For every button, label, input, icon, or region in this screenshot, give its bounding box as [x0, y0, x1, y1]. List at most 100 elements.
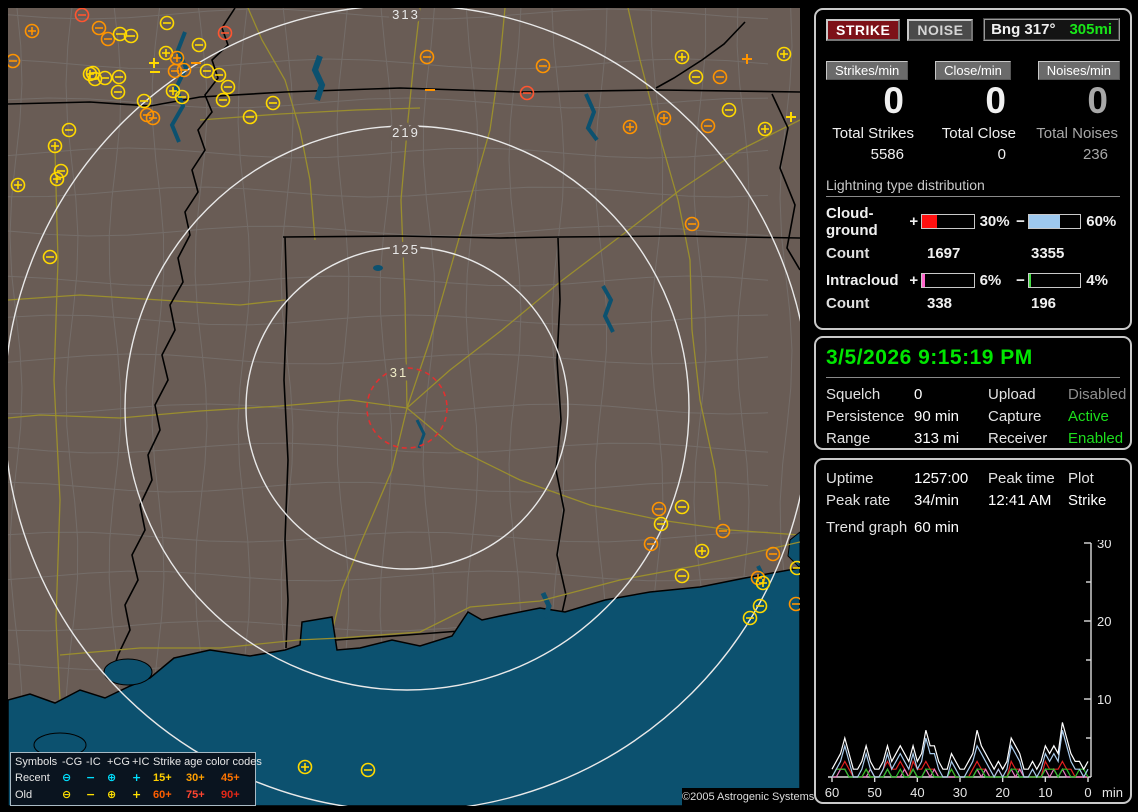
minus-icon: − [86, 789, 107, 801]
bearing-label: Bng 317° [991, 21, 1055, 38]
receiver-status: Enabled [1068, 430, 1126, 447]
chart-axes [828, 543, 1091, 782]
squelch-value: 0 [914, 386, 988, 403]
uptime-stats-grid: Uptime 1257:00 Peak time Plot Peak rate … [826, 470, 1120, 509]
trend-graph-label: Trend graph [826, 519, 914, 536]
cg-negative-count: 3355 [1031, 245, 1064, 262]
total-close-value: 0 [928, 146, 1018, 163]
plus-icon: + [132, 789, 153, 801]
uptime-value: 1257:00 [914, 470, 988, 487]
age-code: 60+ [153, 789, 186, 801]
close-per-min-button[interactable]: Close/min [935, 61, 1011, 80]
trend-graph-chart: 1020306050403020100min [820, 540, 1130, 804]
strikes-per-min-button[interactable]: Strikes/min [826, 61, 908, 80]
legend-header-pos-cg: +CG [107, 756, 132, 768]
x-tick-label: 20 [995, 785, 1009, 800]
squelch-label: Squelch [826, 386, 914, 403]
y-tick-label: 20 [1097, 614, 1111, 629]
peak-time-value: 12:41 AM [988, 492, 1068, 509]
trend-panel: Uptime 1257:00 Peak time Plot Peak rate … [814, 458, 1132, 804]
bearing-display: Bng 317° 305mi [983, 18, 1120, 41]
trend-graph-value: 60 min [914, 519, 1120, 536]
status-panel: 3/5/2026 9:15:19 PM Squelch 0 Upload Dis… [814, 336, 1132, 450]
peak-rate-label: Peak rate [826, 492, 914, 509]
app-window: 313 219 125 31 Symbols -CG -IC +CG +IC Stri… [0, 0, 1138, 812]
close-counter-column: Close/min 0 Total Close 0 [928, 61, 1018, 163]
ic-negative-bar [1028, 273, 1082, 288]
cloud-ground-label: Cloud-ground [826, 205, 907, 239]
cg-positive-count: 1697 [927, 245, 1031, 262]
count-label: Count [826, 245, 927, 262]
plus-icon: + [132, 772, 153, 784]
capture-label: Capture [988, 408, 1068, 425]
plus-sign: + [909, 213, 919, 230]
ic-negative-count: 196 [1031, 295, 1056, 312]
y-tick-label: 30 [1097, 540, 1111, 551]
legend-header-pos-ic: +IC [132, 756, 153, 768]
legend-row-label: Old [15, 789, 62, 801]
persistence-value: 90 min [914, 408, 988, 425]
map-legend: Symbols -CG -IC +CG +IC Strike age color… [10, 752, 256, 806]
range-ring-label: 313 [392, 8, 420, 22]
intracloud-count-row: Count 338 196 [826, 295, 1120, 312]
datetime-display: 3/5/2026 9:15:19 PM [826, 346, 1120, 378]
x-tick-label: 50 [867, 785, 881, 800]
age-code: 45+ [221, 772, 254, 784]
circle-plus-icon: ⊕ [107, 772, 132, 784]
total-strikes-value: 5586 [826, 146, 916, 163]
range-ring-label: 219 [392, 125, 420, 140]
intracloud-row: Intracloud + 6% − 4% [826, 272, 1120, 289]
rate-counters: Strikes/min 0 Total Strikes 5586 Close/m… [826, 61, 1120, 163]
lightning-map[interactable]: 313 219 125 31 [8, 8, 800, 806]
copyright-notice: ©2005 Astrogenic Systems [682, 788, 805, 806]
noise-button[interactable]: NOISE [907, 19, 973, 41]
strikes-per-min-value: 0 [826, 80, 916, 123]
trend-graph-setting: Trend graph 60 min [826, 519, 1120, 536]
age-code: 75+ [186, 789, 221, 801]
close-per-min-value: 0 [928, 80, 1018, 123]
upload-status: Disabled [1068, 386, 1126, 403]
range-ring-label: 31 [390, 365, 408, 380]
cloud-ground-count-row: Count 1697 3355 [826, 245, 1120, 262]
legend-header-symbols: Symbols [15, 756, 62, 768]
minus-sign: − [1015, 272, 1025, 289]
receiver-label: Receiver [988, 430, 1068, 447]
ic-positive-pct: 6% [977, 272, 1014, 289]
ic-negative-pct: 4% [1083, 272, 1120, 289]
noises-per-min-button[interactable]: Noises/min [1038, 61, 1120, 80]
age-code: 90+ [221, 789, 254, 801]
persistence-label: Persistence [826, 408, 914, 425]
x-tick-label: 40 [910, 785, 924, 800]
legend-row-label: Recent [15, 772, 62, 784]
capture-status: Active [1068, 408, 1126, 425]
x-tick-label: 0 [1084, 785, 1091, 800]
strikes-counter-column: Strikes/min 0 Total Strikes 5586 [826, 61, 916, 163]
range-ring-label: 125 [392, 242, 420, 257]
total-noises-value: 236 [1030, 146, 1120, 163]
peak-rate-value: 34/min [914, 492, 988, 509]
strike-counters-panel: STRIKE NOISE Bng 317° 305mi Strikes/min … [814, 8, 1132, 330]
y-tick-label: 10 [1097, 692, 1111, 707]
circle-plus-icon: ⊕ [107, 789, 132, 801]
legend-header-neg-ic: -IC [86, 756, 107, 768]
range-value: 313 mi [914, 430, 988, 447]
age-code: 30+ [186, 772, 221, 784]
minus-icon: − [86, 772, 107, 784]
x-tick-label: 30 [953, 785, 967, 800]
circle-minus-icon: ⊖ [62, 789, 86, 801]
legend-header-neg-cg: -CG [62, 756, 86, 768]
noises-counter-column: Noises/min 0 Total Noises 236 [1030, 61, 1120, 163]
cg-positive-bar [921, 214, 975, 229]
cg-negative-bar [1028, 214, 1082, 229]
count-label: Count [826, 295, 927, 312]
uptime-label: Uptime [826, 470, 914, 487]
age-code: 15+ [153, 772, 186, 784]
cg-negative-pct: 60% [1083, 213, 1120, 230]
legend-age-title: Strike age color codes [153, 756, 254, 768]
x-tick-label: 10 [1038, 785, 1052, 800]
intracloud-label: Intracloud [826, 272, 907, 289]
total-strikes-label: Total Strikes [826, 125, 916, 142]
circle-minus-icon: ⊖ [62, 772, 86, 784]
cg-positive-pct: 30% [977, 213, 1014, 230]
strike-button[interactable]: STRIKE [826, 19, 900, 41]
